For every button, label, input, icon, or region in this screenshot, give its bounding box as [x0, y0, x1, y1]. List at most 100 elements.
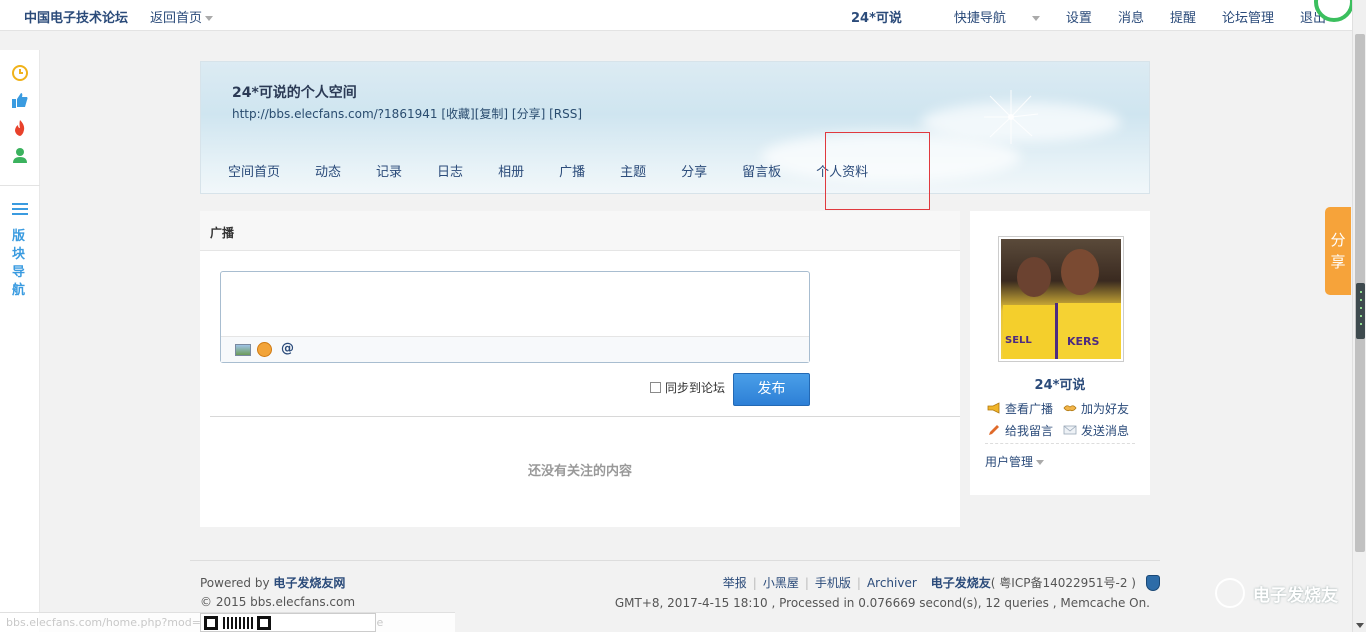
- emoji-icon[interactable]: [257, 342, 272, 357]
- user-icon[interactable]: [11, 146, 29, 164]
- image-icon[interactable]: [235, 344, 251, 356]
- nav-threads[interactable]: 主题: [620, 161, 646, 180]
- post-button[interactable]: 发布: [733, 373, 810, 406]
- board-nav-label[interactable]: 版块导航: [12, 228, 28, 300]
- nav-records[interactable]: 记录: [376, 161, 402, 180]
- thumbs-up-icon[interactable]: [11, 91, 29, 109]
- sidebar-divider: [0, 185, 40, 186]
- top-bar: 中国电子技术论坛 返回首页 24*可说 快捷导航 设置 消息 提醒 论坛管理 退…: [0, 0, 1366, 31]
- send-message-label: 发送消息: [1081, 423, 1130, 438]
- menu-icon[interactable]: [11, 200, 29, 218]
- sync-to-forum[interactable]: 同步到论坛: [650, 379, 725, 396]
- avatar-jersey-text: KERS: [1067, 335, 1100, 348]
- avatar-jersey-text: SELL: [1005, 335, 1032, 346]
- space-url: http://bbs.elecfans.com/?1861941: [232, 107, 438, 121]
- sync-checkbox[interactable]: [650, 382, 661, 393]
- leave-message-link[interactable]: 给我留言: [987, 422, 1063, 439]
- envelope-icon: [1063, 425, 1077, 435]
- profile-actions-row: 查看广播 加为好友: [987, 397, 1147, 419]
- watermark-text: 电子发烧友: [1253, 585, 1338, 606]
- copyright: © 2015 bbs.elecfans.com: [200, 595, 356, 609]
- icp-link[interactable]: ( 粤ICP备14022951号-2 ): [991, 574, 1136, 591]
- nav-broadcast[interactable]: 广播: [559, 161, 585, 180]
- quick-nav-menu[interactable]: 快捷导航: [928, 7, 1040, 26]
- report-link[interactable]: 举报: [723, 574, 747, 591]
- flame-icon[interactable]: [11, 119, 29, 137]
- forum-admin-link[interactable]: 论坛管理: [1222, 7, 1274, 26]
- add-friend-link[interactable]: 加为好友: [1063, 400, 1139, 417]
- profile-actions: 查看广播 加为好友 给我留言 发送消息: [987, 397, 1147, 441]
- watermark-logo-icon: [1215, 578, 1245, 608]
- site-name-link[interactable]: 电子发烧友: [931, 574, 991, 591]
- chevron-down-icon: [1036, 460, 1045, 465]
- avatar-photo: SELL KERS: [1001, 239, 1121, 359]
- qr-finder: [257, 616, 271, 630]
- qr-modules: [223, 617, 253, 629]
- powered-site-link[interactable]: 电子发烧友网: [273, 576, 345, 590]
- broadcast-panel: 广播 @ 同步到论坛 发布 还没有关注的内容: [200, 211, 960, 527]
- shield-icon[interactable]: [1146, 574, 1160, 591]
- share-link[interactable]: [分享]: [512, 107, 545, 121]
- blacklist-link[interactable]: 小黑屋: [763, 574, 799, 591]
- qr-code: [200, 613, 376, 632]
- chevron-down-icon: [205, 16, 214, 21]
- top-right-nav: 24*可说 快捷导航 设置 消息 提醒 论坛管理 退出: [825, 7, 1326, 26]
- rss-link[interactable]: [RSS]: [549, 107, 582, 121]
- chevron-down-icon: [1031, 16, 1040, 21]
- settings-link[interactable]: 设置: [1066, 7, 1092, 26]
- section-title: 广播: [200, 211, 960, 251]
- view-broadcast-link[interactable]: 查看广播: [987, 400, 1063, 417]
- avatar-figure: [1017, 257, 1051, 297]
- avatar[interactable]: SELL KERS: [998, 236, 1124, 362]
- scrollbar-marker: [1356, 283, 1365, 339]
- profile-actions-row: 给我留言 发送消息: [987, 419, 1147, 441]
- sync-label: 同步到论坛: [665, 381, 726, 395]
- space-url-row: http://bbs.elecfans.com/?1861941 [收藏][复制…: [232, 105, 582, 122]
- space-nav: 空间首页 动态 记录 日志 相册 广播 主题 分享 留言板 个人资料: [228, 161, 903, 180]
- megaphone-icon: [987, 402, 1000, 414]
- nav-guestbook[interactable]: 留言板: [742, 161, 781, 180]
- nav-album[interactable]: 相册: [498, 161, 524, 180]
- reminders-link[interactable]: 提醒: [1170, 7, 1196, 26]
- compose-textarea[interactable]: @: [220, 271, 810, 363]
- send-message-link[interactable]: 发送消息: [1063, 422, 1139, 439]
- add-friend-label: 加为好友: [1081, 401, 1130, 416]
- watermark: 电子发烧友: [1215, 578, 1338, 608]
- divider: [210, 416, 960, 417]
- profile-highlight-box: [825, 132, 930, 210]
- leave-message-label: 给我留言: [1005, 423, 1054, 438]
- nav-share[interactable]: 分享: [681, 161, 707, 180]
- footer-info: GMT+8, 2017-4-15 18:10 , Processed in 0.…: [614, 596, 1150, 610]
- messages-link[interactable]: 消息: [1118, 7, 1144, 26]
- nav-space-home[interactable]: 空间首页: [228, 161, 280, 180]
- powered-prefix: Powered by: [200, 576, 270, 590]
- site-brand-link[interactable]: 中国电子技术论坛: [24, 7, 128, 26]
- user-manage-label: 用户管理: [985, 455, 1034, 469]
- page-scrollbar[interactable]: [1352, 0, 1366, 632]
- mobile-link[interactable]: 手机版: [815, 574, 851, 591]
- space-header: 24*可说的个人空间 http://bbs.elecfans.com/?1861…: [200, 61, 1150, 194]
- profile-name[interactable]: 24*可说: [970, 374, 1150, 393]
- archiver-link[interactable]: Archiver: [867, 576, 917, 590]
- footer-links: 举报 | 小黑屋 | 手机版 | Archiver 电子发烧友 ( 粤ICP备1402…: [723, 574, 1160, 591]
- avatar-jersey: [1055, 303, 1121, 359]
- back-home-link[interactable]: 返回首页: [150, 7, 214, 26]
- profile-card: SELL KERS 24*可说 查看广播 加为好友 给我留言 发送消息 用户管理: [970, 211, 1150, 495]
- bookmark-link[interactable]: [收藏]: [441, 107, 474, 121]
- nav-blog[interactable]: 日志: [437, 161, 463, 180]
- nav-feed[interactable]: 动态: [315, 161, 341, 180]
- dandelion-decoration: [984, 90, 1039, 144]
- view-broadcast-label: 查看广播: [1005, 401, 1054, 416]
- left-sidebar: 版块导航: [0, 50, 40, 632]
- back-home-label: 返回首页: [150, 11, 203, 26]
- scroll-down-icon[interactable]: [1356, 623, 1364, 628]
- empty-message: 还没有关注的内容: [527, 464, 632, 479]
- qr-finder: [204, 616, 218, 630]
- mention-icon[interactable]: @: [281, 341, 294, 356]
- quick-nav-label: 快捷导航: [953, 11, 1006, 26]
- share-tab[interactable]: 分享: [1325, 207, 1351, 295]
- clock-icon[interactable]: [11, 64, 29, 82]
- copy-link[interactable]: [复制]: [475, 107, 508, 121]
- username-link[interactable]: 24*可说: [851, 7, 902, 26]
- user-manage-menu[interactable]: 用户管理: [985, 453, 1045, 470]
